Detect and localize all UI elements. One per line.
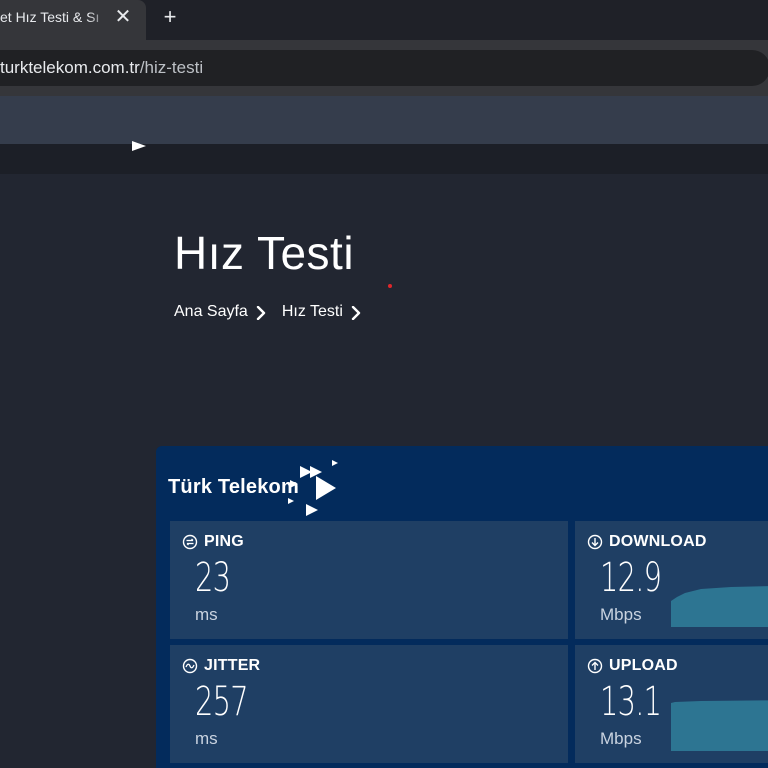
url-path: /hiz-testi (139, 58, 204, 77)
jitter-value: 257 (195, 679, 249, 725)
breadcrumb-home-link[interactable]: Ana Sayfa (174, 303, 248, 321)
upload-unit: Mbps (600, 729, 642, 748)
upload-tile: UPLOAD 13.1 Mbps (575, 645, 768, 763)
browser-tab-active[interactable]: et Hız Testi & Sı ✕ (0, 0, 146, 40)
download-tile: DOWNLOAD 12.9 Mbps (575, 521, 768, 639)
jitter-tile: JITTER 257 ms (170, 645, 568, 763)
jitter-unit: ms (195, 729, 218, 748)
breadcrumb-current[interactable]: Hız Testi (282, 303, 343, 321)
browser-window: et Hız Testi & Sı ✕ + turktelekom.com.tr… (0, 0, 768, 768)
ping-header: PING (182, 533, 244, 551)
play-icon (132, 141, 146, 151)
site-nav-bar (0, 141, 768, 174)
tab-strip: et Hız Testi & Sı ✕ + (0, 0, 768, 40)
speed-test-widget: Türk Telekom PING 23 ms DOWNLOAD 12.9 Mb… (156, 446, 768, 768)
jitter-icon (182, 658, 198, 674)
ping-value: 23 (195, 555, 231, 601)
ping-icon (182, 534, 198, 550)
page-title: Hız Testi (174, 227, 355, 279)
close-icon[interactable]: ✕ (114, 6, 132, 28)
download-arrow-icon (587, 534, 603, 550)
url-host: turktelekom.com.tr (0, 58, 140, 77)
jitter-label: JITTER (204, 657, 261, 674)
download-unit: Mbps (600, 605, 642, 624)
breadcrumb: Ana Sayfa Hız Testi (174, 300, 377, 324)
red-dot-marker (388, 284, 392, 288)
upload-value: 13.1 (600, 679, 662, 725)
download-value: 12.9 (600, 555, 662, 601)
brand-name: Türk Telekom (168, 476, 299, 498)
address-bar[interactable]: turktelekom.com.tr/hiz-testi (0, 50, 768, 86)
ping-label: PING (204, 533, 244, 550)
download-header: DOWNLOAD (587, 533, 707, 551)
tab-title: et Hız Testi & Sı (0, 9, 100, 25)
upload-sparkline (671, 700, 768, 751)
ping-unit: ms (195, 605, 218, 624)
upload-arrow-icon (587, 658, 603, 674)
chevron-right-icon (351, 306, 361, 320)
turk-telekom-logo-icon (288, 460, 338, 516)
upload-label: UPLOAD (609, 657, 678, 674)
download-label: DOWNLOAD (609, 533, 707, 550)
upload-header: UPLOAD (587, 657, 678, 675)
url-text[interactable]: turktelekom.com.tr/hiz-testi (0, 58, 203, 78)
jitter-header: JITTER (182, 657, 260, 675)
ping-tile: PING 23 ms (170, 521, 568, 639)
chevron-right-icon (256, 306, 266, 320)
bookmarks-bar (0, 96, 768, 144)
new-tab-button[interactable]: + (158, 4, 182, 30)
browser-toolbar: turktelekom.com.tr/hiz-testi (0, 40, 768, 96)
download-sparkline (671, 586, 768, 627)
